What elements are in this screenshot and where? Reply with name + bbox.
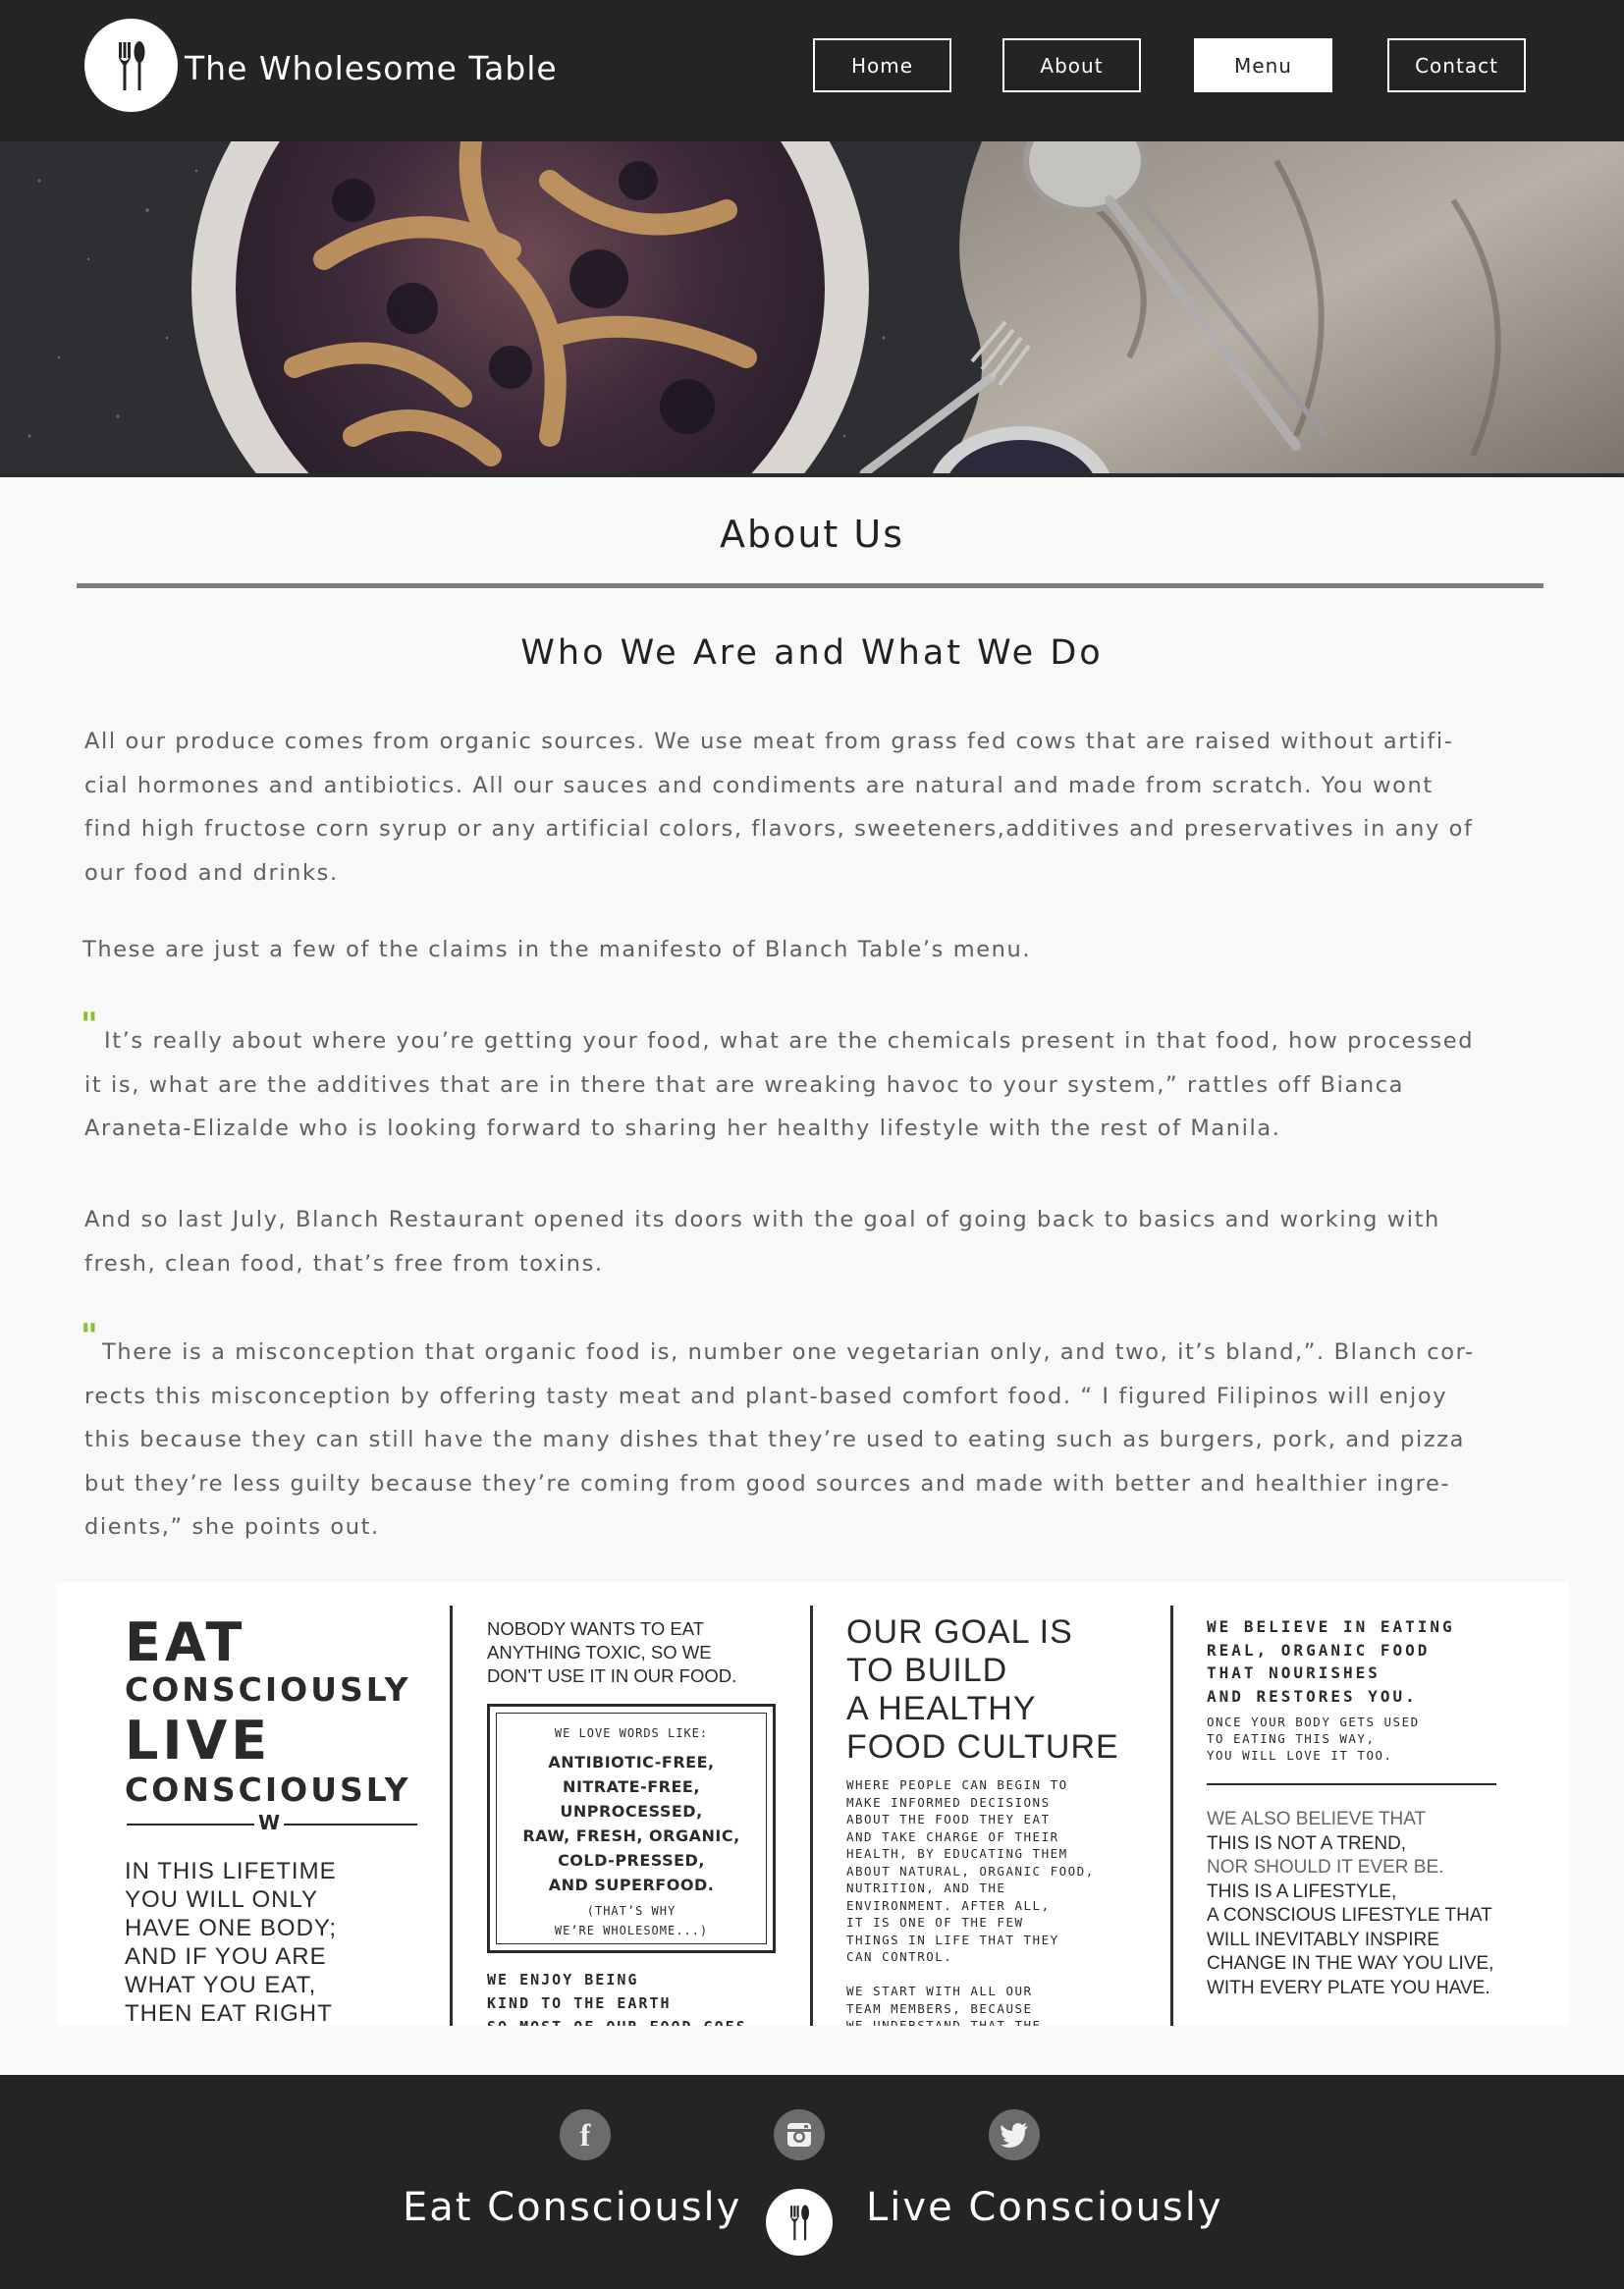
site-footer: f xyxy=(0,2075,1624,2289)
paragraph-line: but they’re less guilty because they’re … xyxy=(84,1470,1451,1497)
paragraph-line: it is, what are the additives that are i… xyxy=(84,1071,1405,1098)
poster-believe-sub: ONCE YOUR BODY GETS USED TO EATING THIS … xyxy=(1207,1715,1420,1763)
footer-eat-consciously: Eat Consciously xyxy=(403,2185,742,2230)
hero-image xyxy=(0,141,1624,473)
page-title: About Us xyxy=(719,513,905,556)
poster-divider xyxy=(450,1606,453,2026)
poster-believe-heading: WE BELIEVE IN EATING REAL, ORGANIC FOOD … xyxy=(1207,1617,1455,1706)
poster-live: LIVE xyxy=(125,1710,272,1771)
paragraph-line: There is a misconception that organic fo… xyxy=(102,1339,1475,1365)
logo[interactable] xyxy=(84,19,178,112)
site-header: The Wholesome Table Home About Menu Cont… xyxy=(0,0,1624,141)
paragraph-line: fresh, clean food, that’s free from toxi… xyxy=(84,1250,604,1277)
nav-home[interactable]: Home xyxy=(813,38,951,92)
paragraph-line: And so last July, Blanch Restaurant open… xyxy=(84,1207,1440,1232)
paragraph-line: It’s really about where you’re getting y… xyxy=(104,1028,1475,1054)
paragraph-line: this because they can still have the man… xyxy=(84,1427,1466,1452)
poster-rule xyxy=(1207,1783,1496,1785)
footer-live-consciously: Live Consciously xyxy=(866,2185,1223,2230)
instagram-icon[interactable] xyxy=(774,2109,825,2160)
quote-paragraph-2: " There is a misconception that organic … xyxy=(81,1317,1543,1550)
poster-divider xyxy=(1170,1606,1173,2026)
nav-menu[interactable]: Menu xyxy=(1194,38,1332,92)
manifesto-paragraph: These are just a few of the claims in th… xyxy=(82,937,1032,962)
nav-contact[interactable]: Contact xyxy=(1387,38,1526,92)
poster-lifestyle-text: WE ALSO BELIEVE THAT THIS IS NOT A TREND… xyxy=(1207,1809,1494,1998)
fork-spoon-icon xyxy=(790,2205,810,2241)
intro-paragraph: All our produce comes from organic sourc… xyxy=(84,720,1543,895)
paragraph-line: dients,” she points out. xyxy=(84,1514,380,1540)
quote-paragraph-1: " It’s really about where you’re getting… xyxy=(81,1006,1543,1151)
poster-earth-text: WE ENJOY BEING KIND TO THE EARTH SO MOST… xyxy=(487,1971,745,2026)
title-divider xyxy=(77,583,1543,588)
hero-divider xyxy=(0,473,1624,477)
nav-about[interactable]: About xyxy=(1002,38,1141,92)
poster-goal-body: WHERE PEOPLE CAN BEGIN TO MAKE INFORMED … xyxy=(846,1777,1095,1964)
paragraph-line: rects this misconception by offering tas… xyxy=(84,1383,1448,1409)
restaurant-paragraph: And so last July, Blanch Restaurant open… xyxy=(84,1198,1543,1285)
poster-divider xyxy=(810,1606,813,2026)
poster-goal-heading: OUR GOAL IS TO BUILD A HEALTHY FOOD CULT… xyxy=(846,1613,1119,1766)
paragraph-line: find high fructose corn syrup or any art… xyxy=(84,816,1474,842)
paragraph-line: All our produce comes from organic sourc… xyxy=(84,729,1454,754)
quote-mark-icon: " xyxy=(81,1006,100,1045)
poster-consciously-2: CONSCIOUSLY xyxy=(125,1771,411,1809)
poster-team-text: WE START WITH ALL OUR TEAM MEMBERS, BECA… xyxy=(846,1984,1042,2026)
poster-toxic-text: NOBODY WANTS TO EAT ANYTHING TOXIC, SO W… xyxy=(487,1618,737,1686)
manifesto-poster: EAT CONSCIOUSLY LIVE CONSCIOUSLY W IN TH… xyxy=(56,1582,1569,2026)
paragraph-line: Araneta-Elizalde who is looking forward … xyxy=(84,1116,1281,1141)
footer-logo[interactable] xyxy=(766,2189,833,2256)
paragraph-line: cial hormones and antibiotics. All our s… xyxy=(84,772,1434,798)
poster-w-badge: W xyxy=(254,1811,285,1834)
poster-consciously-1: CONSCIOUSLY xyxy=(125,1670,411,1709)
facebook-icon[interactable]: f xyxy=(560,2109,611,2160)
poster-words-box: WE LOVE WORDS LIKE: ANTIBIOTIC-FREE, NIT… xyxy=(487,1704,776,1953)
site-brand[interactable]: The Wholesome Table xyxy=(185,49,558,87)
quote-mark-icon: " xyxy=(81,1317,100,1356)
poster-lifetime-text: IN THIS LIFETIME YOU WILL ONLY HAVE ONE … xyxy=(125,1858,338,2026)
poster-eat: EAT xyxy=(125,1611,246,1673)
section-subtitle: Who We Are and What We Do xyxy=(520,633,1104,673)
paragraph-line: our food and drinks. xyxy=(84,859,339,886)
fork-spoon-icon xyxy=(119,41,145,90)
twitter-icon[interactable] xyxy=(989,2109,1040,2160)
